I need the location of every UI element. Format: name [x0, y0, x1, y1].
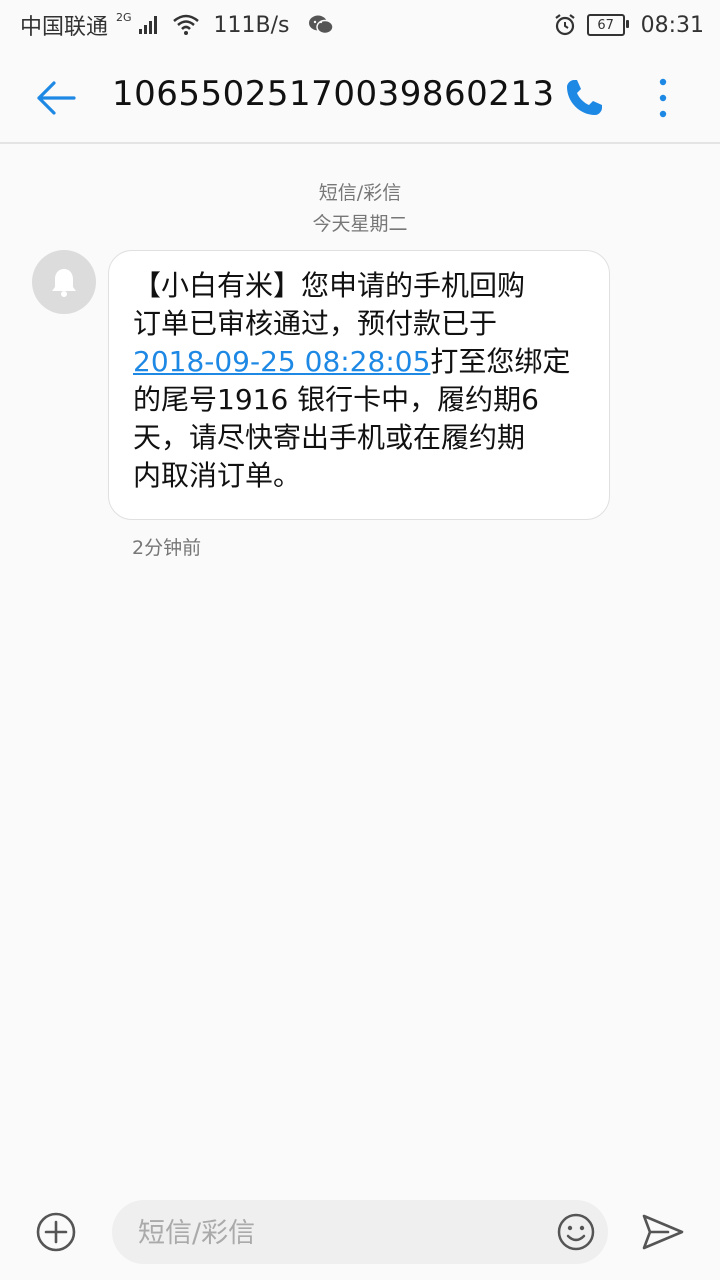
wechat-icon	[308, 15, 334, 35]
message-bubble[interactable]: 【小白有米】您申请的手机回购 订单已审核通过，预付款已于 2018-09-25 …	[108, 250, 610, 520]
wifi-icon	[172, 14, 199, 35]
send-icon[interactable]	[640, 1212, 686, 1252]
datetime-link[interactable]: 2018-09-25 08:28:05	[133, 345, 430, 378]
alarm-icon	[554, 14, 575, 36]
signal-icon	[138, 16, 157, 34]
app-header: 10655025170039860213	[0, 50, 720, 144]
phone-icon[interactable]	[562, 76, 606, 120]
more-vert-icon[interactable]	[650, 76, 676, 120]
message-line: 【小白有米】您申请的手机回购	[133, 269, 526, 302]
message-line-rest: 打至您绑定	[430, 345, 571, 378]
message-type-label: 短信/彩信	[318, 182, 402, 204]
date-separator: 今天星期二	[312, 213, 408, 235]
message-timestamp: 2分钟前	[132, 537, 202, 559]
battery-icon: 67	[586, 14, 629, 36]
message-line: 内取消订单。	[133, 459, 302, 492]
message-line: 的尾号1916 银行卡中，履约期6	[133, 383, 539, 416]
message-line: 2018-09-25 08:28:05打至您绑定	[133, 343, 585, 381]
emoji-icon[interactable]	[556, 1212, 596, 1252]
battery-level: 67	[597, 17, 614, 33]
add-circle-icon[interactable]	[34, 1210, 78, 1254]
clock: 08:31	[640, 12, 704, 38]
sender-avatar[interactable]	[32, 250, 96, 314]
network-type: 2G	[116, 10, 132, 24]
compose-bar	[0, 1190, 720, 1280]
status-right: 67 08:31	[553, 0, 704, 50]
status-bar: 中国联通 2G 111B/s 67 08:31	[0, 0, 720, 50]
conversation-title: 10655025170039860213	[112, 74, 555, 114]
status-left: 中国联通 2G 111B/s	[20, 0, 334, 50]
bell-icon	[52, 269, 76, 297]
message-line: 订单已审核通过，预付款已于	[133, 307, 498, 340]
compose-field-container	[112, 1200, 608, 1266]
carrier-label: 中国联通	[20, 15, 109, 40]
message-line: 天，请尽快寄出手机或在履约期	[133, 421, 526, 454]
back-arrow-icon[interactable]	[34, 78, 78, 118]
message-input[interactable]	[136, 1200, 540, 1266]
net-speed: 111B/s	[213, 12, 290, 38]
